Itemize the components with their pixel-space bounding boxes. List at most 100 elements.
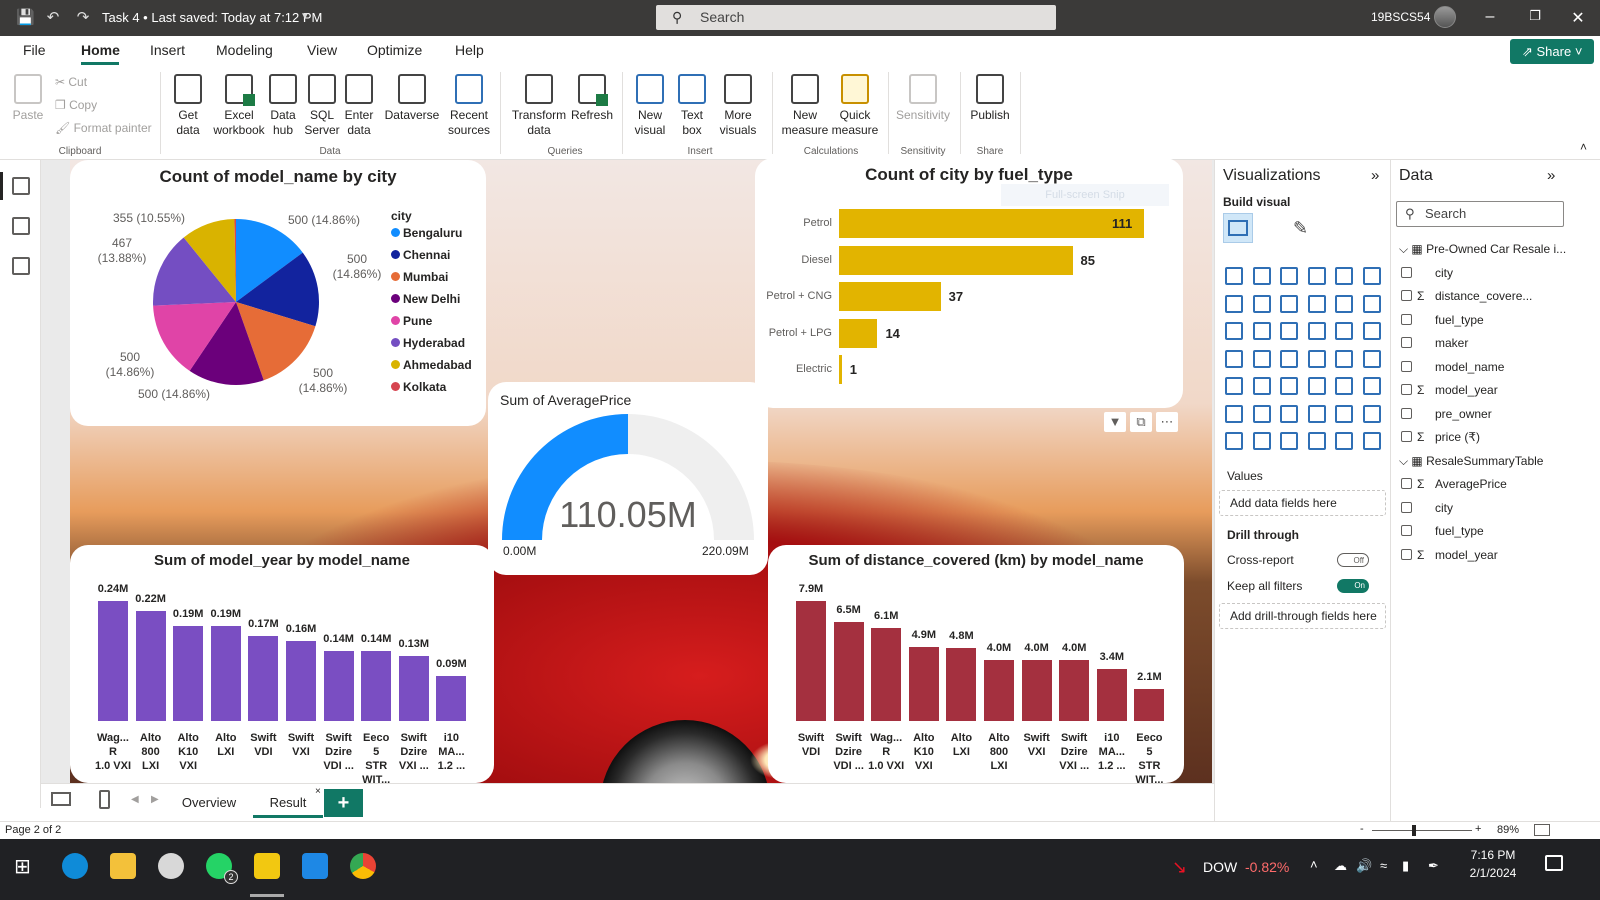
new-measure-button[interactable]: New measure	[780, 74, 830, 138]
field-item[interactable]: city	[1401, 501, 1453, 515]
field-checkbox[interactable]	[1401, 501, 1412, 513]
mobile-layout-icon[interactable]	[99, 790, 110, 809]
bar[interactable]	[908, 646, 939, 721]
bar[interactable]	[839, 355, 842, 384]
zoom-slider-thumb[interactable]	[1412, 825, 1416, 836]
bar[interactable]	[398, 656, 429, 721]
area-icon[interactable]	[1252, 294, 1271, 313]
field-checkbox[interactable]	[1401, 525, 1412, 536]
field-checkbox[interactable]	[1401, 266, 1412, 278]
bar[interactable]	[286, 641, 316, 721]
arcgis-icon[interactable]	[1335, 432, 1353, 450]
clock-time[interactable]: 7:16 PM	[1461, 848, 1525, 862]
field-item[interactable]: maker	[1401, 336, 1468, 350]
gauge-icon[interactable]	[1307, 349, 1326, 368]
menu-modeling[interactable]: Modeling	[216, 42, 273, 58]
bar[interactable]	[1134, 689, 1165, 721]
snipping-tool-icon[interactable]	[158, 853, 184, 879]
r-visual-icon[interactable]	[1335, 377, 1353, 395]
bar[interactable]	[796, 601, 826, 721]
field-item[interactable]: pre_owner	[1401, 407, 1492, 421]
stacked-area-icon[interactable]	[1280, 294, 1298, 313]
battery-icon[interactable]: ▮	[1402, 858, 1409, 874]
menu-optimize[interactable]: Optimize	[367, 42, 422, 58]
field-checkbox[interactable]	[1401, 431, 1412, 442]
collapse-pane-icon[interactable]: »	[1547, 167, 1555, 184]
power-automate-icon[interactable]	[1252, 432, 1271, 450]
volume-icon[interactable]: 🔊	[1356, 858, 1372, 874]
pen-icon[interactable]: ✒	[1428, 858, 1439, 874]
distance-bar-visual[interactable]: Sum of distance_covered (km) by model_na…	[768, 545, 1184, 783]
notifications-icon[interactable]	[1545, 855, 1563, 871]
bar[interactable]	[98, 601, 128, 721]
get-more-icon[interactable]	[1280, 432, 1298, 450]
copy-button[interactable]: ❐ Copy	[55, 98, 97, 112]
close-icon[interactable]: ✕	[1568, 8, 1588, 28]
card-icon[interactable]	[1335, 349, 1353, 368]
shape-icon[interactable]	[1307, 432, 1326, 450]
filter-icon[interactable]: ▼	[1104, 412, 1126, 432]
data-hub-button[interactable]: Data hub	[265, 74, 301, 138]
kpi-icon[interactable]	[1225, 377, 1243, 395]
bar[interactable]	[173, 626, 204, 721]
focus-mode-icon[interactable]: ⧉	[1130, 412, 1152, 432]
share-button[interactable]: ⇗ Share ˅	[1510, 39, 1594, 64]
qa-icon[interactable]	[1280, 404, 1298, 423]
bar[interactable]	[436, 676, 467, 721]
new-visual-button[interactable]: New visual	[632, 74, 668, 138]
smart-narrative-icon[interactable]	[1307, 404, 1326, 423]
avatar[interactable]	[1434, 6, 1456, 28]
field-checkbox[interactable]	[1401, 478, 1412, 489]
field-item[interactable]: city	[1401, 266, 1453, 280]
ribbon-icon[interactable]	[1362, 294, 1381, 313]
legend-item[interactable]: Chennai	[391, 248, 450, 262]
keep-filters-toggle[interactable]: On	[1337, 579, 1369, 593]
field-checkbox[interactable]	[1401, 384, 1412, 395]
chrome-icon[interactable]	[350, 853, 376, 879]
bar[interactable]	[839, 282, 941, 311]
stacked-column-icon[interactable]	[1252, 267, 1271, 285]
more-options-icon[interactable]: ⋯	[1156, 412, 1178, 432]
menu-file[interactable]: File	[23, 42, 46, 58]
bar[interactable]	[833, 622, 864, 721]
format-painter-button[interactable]: 🖌 Format painter	[55, 121, 152, 135]
stock-ticker[interactable]: DOW	[1203, 859, 1237, 875]
slicer-icon[interactable]	[1252, 377, 1271, 395]
bar[interactable]	[984, 660, 1014, 721]
clock-date[interactable]: 2/1/2024	[1461, 866, 1525, 880]
field-checkbox[interactable]	[1401, 290, 1412, 301]
refresh-button[interactable]: Refresh	[570, 74, 614, 123]
text-box-button[interactable]: Text box	[676, 74, 708, 138]
file-explorer-icon[interactable]	[110, 853, 136, 879]
sensitivity-button[interactable]: Sensitivity	[895, 74, 951, 123]
menu-home[interactable]: Home	[81, 42, 120, 58]
desktop-layout-icon[interactable]	[51, 792, 71, 806]
onedrive-icon[interactable]: ☁	[1334, 858, 1347, 874]
field-item[interactable]: Σmodel_year	[1401, 548, 1498, 562]
bar[interactable]	[248, 636, 279, 721]
field-item[interactable]: Σdistance_covere...	[1401, 289, 1532, 303]
legend-item[interactable]: New Delhi	[391, 292, 460, 306]
waterfall-icon[interactable]	[1225, 322, 1243, 340]
pie-icon[interactable]	[1307, 322, 1326, 340]
legend-item[interactable]: Mumbai	[391, 270, 448, 284]
paginated-icon[interactable]	[1362, 404, 1381, 423]
excel-workbook-button[interactable]: Excel workbook	[212, 74, 266, 138]
scroll-left-icon[interactable]: ◀	[131, 794, 139, 805]
redo-icon[interactable]: ↷	[74, 9, 92, 27]
gauge-visual[interactable]: Sum of AveragePrice 110.05M 0.00M 220.09…	[488, 382, 768, 575]
collapse-pane-icon[interactable]: »	[1371, 167, 1379, 184]
zoom-slider[interactable]	[1372, 830, 1472, 831]
windows-start-icon[interactable]: ⊞	[14, 854, 31, 879]
tab-overview[interactable]: Overview	[169, 788, 249, 818]
table-view-icon[interactable]	[12, 217, 30, 235]
zoom-in-icon[interactable]: +	[1475, 823, 1481, 835]
data-search-input[interactable]: ⚲ Search	[1396, 201, 1564, 227]
model-view-icon[interactable]	[12, 257, 30, 275]
multi-row-card-icon[interactable]	[1362, 349, 1381, 368]
bar[interactable]	[323, 651, 354, 721]
bar[interactable]	[1021, 660, 1052, 721]
field-checkbox[interactable]	[1401, 548, 1412, 560]
minimize-icon[interactable]: –	[1480, 8, 1500, 26]
table-item[interactable]: ⌵ ▦ Pre-Owned Car Resale i...	[1399, 242, 1566, 257]
